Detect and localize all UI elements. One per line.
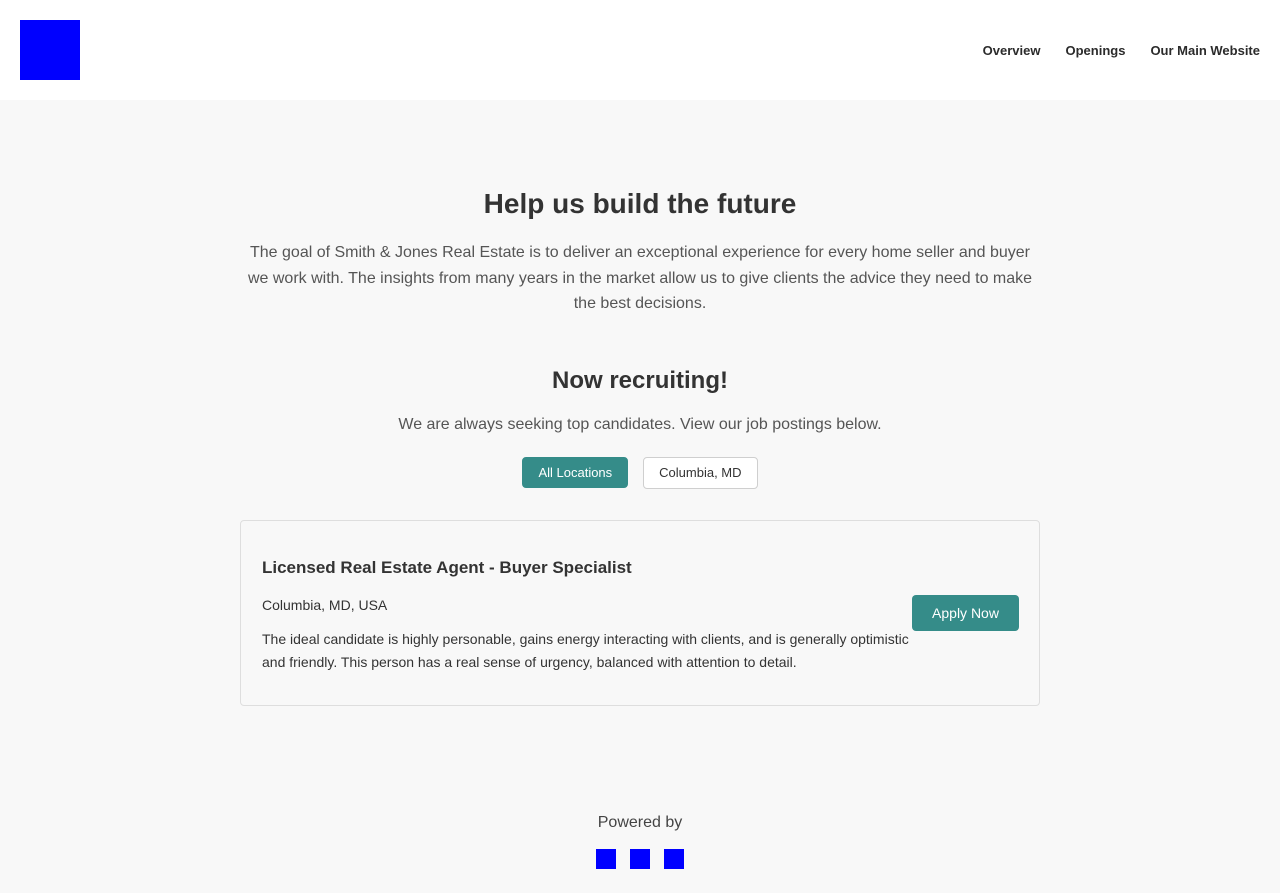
social-icon-3[interactable] [664,849,684,869]
social-icon-2[interactable] [630,849,650,869]
job-card: Licensed Real Estate Agent - Buyer Speci… [240,519,1040,706]
hero-title: Help us build the future [483,188,797,219]
hero-description: The goal of Smith & Jones Real Estate is… [247,244,1033,312]
social-links [0,849,1280,869]
recruiting-description: We are always seeking top candidates. Vi… [398,415,882,433]
nav-link-overview[interactable]: Overview [983,43,1041,58]
powered-by-label: Powered by [597,814,683,831]
filter-columbia-md-button[interactable]: Columbia, MD [643,456,758,489]
job-title[interactable]: Licensed Real Estate Agent - Buyer Speci… [262,558,632,578]
main-nav: Overview Openings Our Main Website [958,0,1260,100]
job-location: Columbia, MD, USA [262,596,388,613]
main-content: Help us build the future The goal of Smi… [240,100,1040,706]
location-filters: All Locations Columbia, MD [240,456,1040,489]
nav-link-openings[interactable]: Openings [1065,43,1125,58]
site-footer: Powered by [0,810,1280,869]
filter-all-locations-button[interactable]: All Locations [522,456,629,488]
job-description: The ideal candidate is highly personable… [262,630,909,670]
apply-now-button[interactable]: Apply Now [912,594,1019,631]
logo-image[interactable] [20,20,80,80]
recruiting-title: Now recruiting! [551,366,728,394]
site-header: Overview Openings Our Main Website [0,0,1280,100]
nav-link-main-website[interactable]: Our Main Website [1150,43,1260,58]
social-icon-1[interactable] [596,849,616,869]
